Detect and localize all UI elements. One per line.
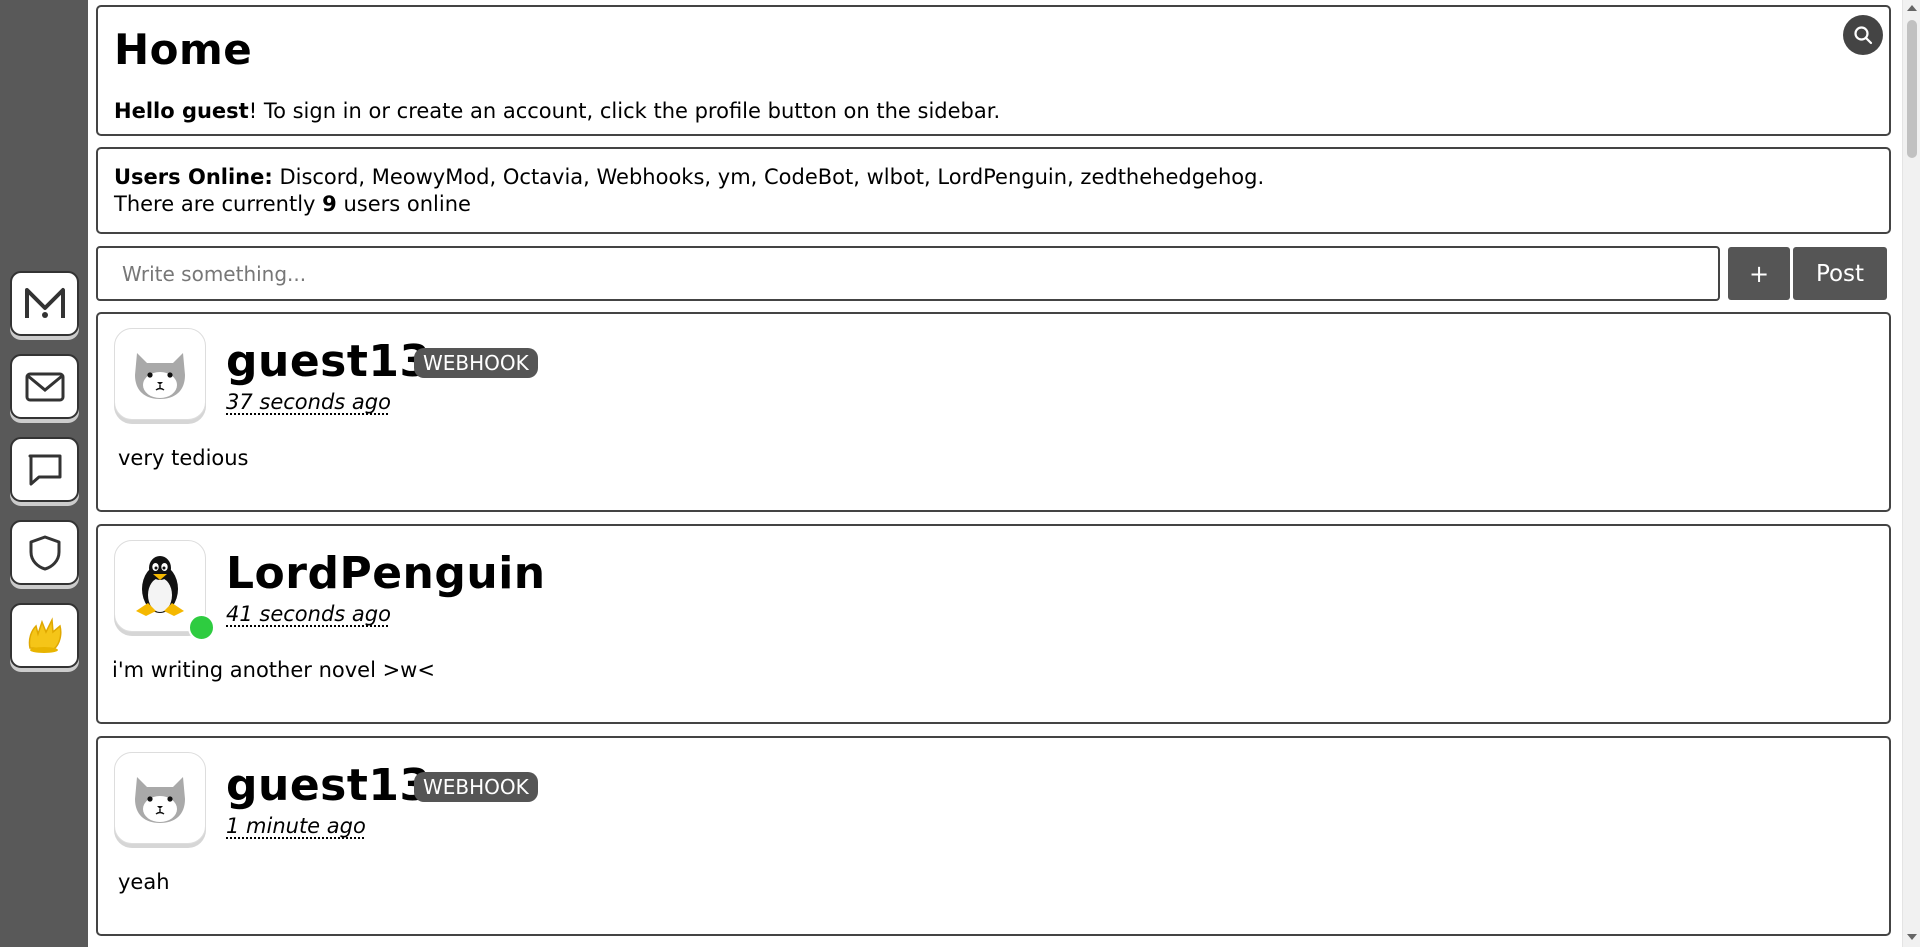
webhook-badge: WEBHOOK [414,348,538,378]
post-timestamp: 37 seconds ago [226,390,391,414]
post-card: guest13 WEBHOOK 37 seconds ago very tedi… [96,312,1891,512]
moderation-button[interactable] [10,520,79,585]
count-suffix: users online [336,192,471,216]
users-online-names: Discord, MeowyMod, Octavia, Webhooks, ym… [272,165,1265,189]
greeting-text: Hello guest! To sign in or create an acc… [114,99,1000,123]
users-online-list: Users Online: Discord, MeowyMod, Octavia… [114,165,1264,189]
post-avatar[interactable] [114,752,206,844]
attach-button[interactable]: + [1728,247,1790,300]
profile-avatar-icon [28,616,61,653]
scroll-up-arrow[interactable] [1907,5,1917,11]
post-username[interactable]: guest13 [226,336,431,387]
count-prefix: There are currently [114,192,323,216]
online-status-indicator [188,614,215,641]
main-feed: Home Hello guest! To sign in or create a… [96,0,1891,947]
cat-avatar-icon [135,353,185,399]
greeting-rest: ! To sign in or create an account, click… [248,99,1001,123]
profile-button[interactable] [10,603,79,668]
post-body: yeah [118,870,170,894]
webhook-badge: WEBHOOK [414,772,538,802]
cat-avatar-icon [135,777,185,823]
search-icon [1854,26,1873,45]
mail-icon [25,372,64,401]
chat-icon [28,454,61,485]
meower-logo-icon [24,287,65,318]
page-title: Home [114,25,253,74]
post-body: very tedious [118,446,249,470]
post-username[interactable]: guest13 [226,760,431,811]
post-card: LordPenguin 41 seconds ago i'm writing a… [96,524,1891,724]
scroll-thumb[interactable] [1907,20,1917,158]
post-body: i'm writing another novel >w< [112,658,435,682]
post-username[interactable]: LordPenguin [226,548,546,599]
users-online-count: There are currently 9 users online [114,192,471,216]
chats-button[interactable] [10,437,79,502]
page-scrollbar[interactable] [1902,0,1920,947]
shield-icon [29,535,60,570]
online-count: 9 [322,192,337,216]
post-card: guest13 WEBHOOK 1 minute ago yeah [96,736,1891,936]
post-input[interactable] [96,246,1720,301]
home-button[interactable] [10,271,79,336]
penguin-avatar-icon [136,556,184,616]
home-card: Home Hello guest! To sign in or create a… [96,5,1891,136]
users-online-card: Users Online: Discord, MeowyMod, Octavia… [96,147,1891,234]
inbox-button[interactable] [10,354,79,419]
post-avatar[interactable] [114,328,206,420]
post-timestamp: 41 seconds ago [226,602,391,626]
post-button[interactable]: Post [1793,247,1887,300]
post-timestamp: 1 minute ago [226,814,366,838]
search-button[interactable] [1843,15,1883,55]
greeting-name: Hello guest [114,99,249,123]
scroll-down-arrow[interactable] [1907,934,1917,940]
sidebar [0,0,88,947]
users-online-label: Users Online: [114,165,273,189]
